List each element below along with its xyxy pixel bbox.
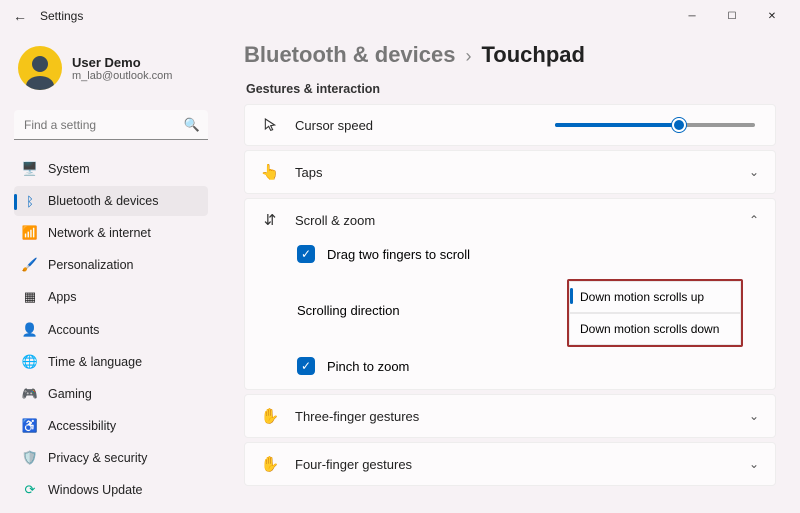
checkbox-checked-icon[interactable]: ✓ (297, 245, 315, 263)
dropdown-option[interactable]: Down motion scrolls down (569, 313, 741, 345)
pinch-zoom-label: Pinch to zoom (327, 359, 409, 374)
cursor-speed-card: Cursor speed (244, 104, 776, 146)
sidebar: User Demo m_lab@outlook.com 🔍 🖥️ System … (0, 32, 218, 513)
chevron-up-icon: ⌃ (749, 213, 759, 227)
wifi-icon: 📶 (22, 225, 38, 241)
sidebar-item-time-language[interactable]: 🌐 Time & language (14, 347, 208, 377)
sidebar-item-apps[interactable]: ▦ Apps (14, 282, 208, 312)
maximize-button[interactable]: ☐ (712, 2, 752, 30)
scroll-zoom-card: ⇵ Scroll & zoom ⌃ ✓ Drag two fingers to … (244, 198, 776, 390)
content-area: Bluetooth & devices › Touchpad Gestures … (218, 32, 800, 513)
breadcrumb-current: Touchpad (481, 42, 584, 68)
sidebar-item-label: Personalization (48, 258, 133, 272)
hand-icon: ✋ (261, 455, 279, 473)
system-icon: 🖥️ (22, 161, 38, 177)
three-finger-label: Three-finger gestures (295, 409, 733, 424)
scroll-zoom-header[interactable]: ⇵ Scroll & zoom ⌃ (245, 199, 775, 241)
profile-email: m_lab@outlook.com (72, 70, 172, 82)
brush-icon: 🖌️ (22, 257, 38, 273)
window-title: Settings (40, 9, 83, 23)
sidebar-item-accessibility[interactable]: ♿ Accessibility (14, 411, 208, 441)
cursor-speed-slider[interactable] (555, 123, 755, 127)
profile-name: User Demo (72, 55, 172, 70)
close-button[interactable]: ✕ (752, 2, 792, 30)
chevron-right-icon: › (465, 46, 471, 67)
scrolling-direction-label: Scrolling direction (297, 303, 400, 318)
taps-label: Taps (295, 165, 733, 180)
sidebar-item-accounts[interactable]: 👤 Accounts (14, 314, 208, 344)
sidebar-item-label: Apps (48, 290, 77, 304)
sidebar-item-system[interactable]: 🖥️ System (14, 154, 208, 184)
search-box[interactable]: 🔍 (14, 110, 208, 140)
sidebar-item-label: Bluetooth & devices (48, 194, 159, 208)
search-icon: 🔍 (184, 117, 200, 133)
sidebar-item-privacy[interactable]: 🛡️ Privacy & security (14, 443, 208, 473)
section-title: Gestures & interaction (246, 82, 776, 96)
sidebar-item-label: Accessibility (48, 419, 116, 433)
cursor-icon (261, 117, 279, 133)
sidebar-item-label: Network & internet (48, 226, 151, 240)
profile-block[interactable]: User Demo m_lab@outlook.com (14, 40, 208, 104)
sidebar-item-label: Privacy & security (48, 451, 147, 465)
scrolling-direction-dropdown[interactable]: Down motion scrolls up Down motion scrol… (567, 279, 743, 347)
tap-icon: 👆 (261, 163, 279, 181)
shield-icon: 🛡️ (22, 450, 38, 466)
sidebar-item-label: System (48, 162, 90, 176)
accessibility-icon: ♿ (22, 418, 38, 434)
sidebar-item-bluetooth-devices[interactable]: ᛒ Bluetooth & devices (14, 186, 208, 216)
chevron-down-icon: ⌄ (749, 409, 759, 423)
chevron-down-icon: ⌄ (749, 165, 759, 179)
three-finger-card[interactable]: ✋ Three-finger gestures ⌄ (244, 394, 776, 438)
sidebar-item-label: Windows Update (48, 483, 143, 497)
sidebar-item-windows-update[interactable]: ⟳ Windows Update (14, 475, 208, 505)
scroll-icon: ⇵ (261, 211, 279, 229)
person-icon: 👤 (22, 322, 38, 338)
sidebar-item-label: Gaming (48, 387, 92, 401)
dropdown-option[interactable]: Down motion scrolls up (569, 281, 741, 313)
update-icon: ⟳ (22, 482, 38, 498)
avatar (18, 46, 62, 90)
minimize-button[interactable]: ─ (672, 2, 712, 30)
drag-two-fingers-label: Drag two fingers to scroll (327, 247, 470, 262)
four-finger-card[interactable]: ✋ Four-finger gestures ⌄ (244, 442, 776, 486)
sidebar-item-personalization[interactable]: 🖌️ Personalization (14, 250, 208, 280)
scroll-zoom-label: Scroll & zoom (295, 213, 733, 228)
bluetooth-icon: ᛒ (22, 193, 38, 209)
sidebar-item-label: Accounts (48, 323, 99, 337)
scrolling-direction-row: Scrolling direction Down motion scrolls … (297, 279, 759, 341)
breadcrumb: Bluetooth & devices › Touchpad (244, 42, 776, 68)
checkbox-checked-icon[interactable]: ✓ (297, 357, 315, 375)
titlebar: ← Settings ─ ☐ ✕ (0, 0, 800, 32)
gaming-icon: 🎮 (22, 386, 38, 402)
globe-clock-icon: 🌐 (22, 354, 38, 370)
window-controls: ─ ☐ ✕ (672, 2, 792, 30)
four-finger-label: Four-finger gestures (295, 457, 733, 472)
taps-card[interactable]: 👆 Taps ⌄ (244, 150, 776, 194)
pinch-zoom-row[interactable]: ✓ Pinch to zoom (297, 353, 759, 379)
search-input[interactable] (14, 110, 208, 140)
sidebar-item-network[interactable]: 📶 Network & internet (14, 218, 208, 248)
chevron-down-icon: ⌄ (749, 457, 759, 471)
hand-icon: ✋ (261, 407, 279, 425)
drag-two-fingers-row[interactable]: ✓ Drag two fingers to scroll (297, 241, 759, 267)
breadcrumb-parent[interactable]: Bluetooth & devices (244, 42, 455, 68)
cursor-speed-label: Cursor speed (295, 118, 539, 133)
sidebar-item-gaming[interactable]: 🎮 Gaming (14, 379, 208, 409)
sidebar-item-label: Time & language (48, 355, 142, 369)
apps-icon: ▦ (22, 289, 38, 305)
back-button[interactable]: ← (8, 8, 32, 24)
